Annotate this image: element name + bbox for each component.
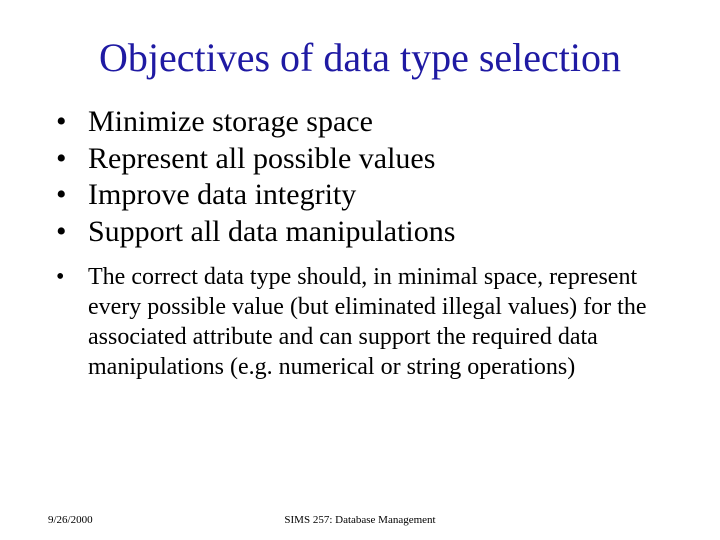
bullet-item: Represent all possible values bbox=[48, 141, 672, 178]
bullet-item: The correct data type should, in minimal… bbox=[48, 262, 672, 382]
footer-course: SIMS 257: Database Management bbox=[0, 514, 720, 526]
slide-body: Minimize storage space Represent all pos… bbox=[0, 88, 720, 382]
bullet-item: Improve data integrity bbox=[48, 177, 672, 214]
slide-title: Objectives of data type selection bbox=[0, 0, 720, 88]
bullet-item: Minimize storage space bbox=[48, 104, 672, 141]
bullet-item: Support all data manipulations bbox=[48, 214, 672, 251]
sub-bullet-list: The correct data type should, in minimal… bbox=[48, 262, 672, 382]
slide: Objectives of data type selection Minimi… bbox=[0, 0, 720, 540]
main-bullet-list: Minimize storage space Represent all pos… bbox=[48, 104, 672, 250]
